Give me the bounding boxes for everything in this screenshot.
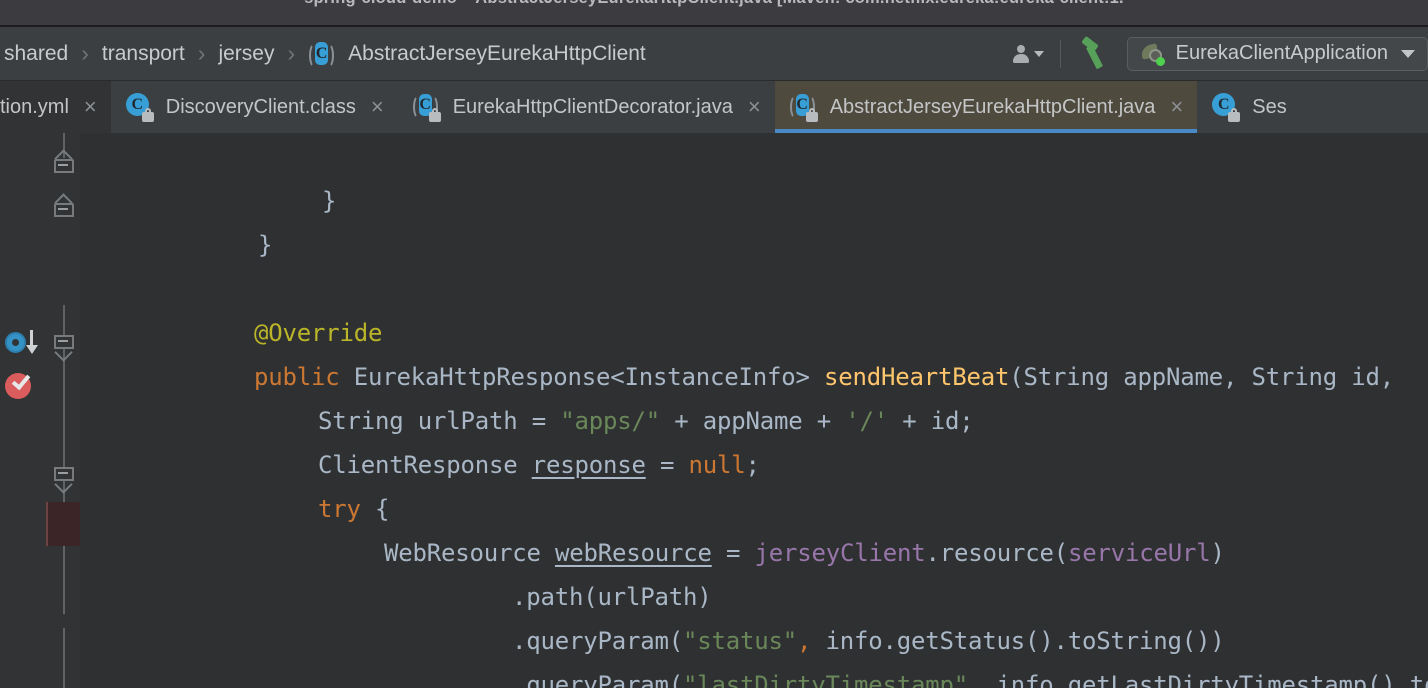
code-token-operator: = xyxy=(645,451,689,479)
code-token-string: "lastDirtyTimestamp" xyxy=(683,671,968,688)
code-line: .queryParam("lastDirtyTimestamp", info.g… xyxy=(398,619,1428,688)
override-marker-icon[interactable] xyxy=(5,329,39,357)
code-token-keyword: null xyxy=(688,451,746,479)
code-token-comma: , xyxy=(968,671,983,688)
editor-gutter[interactable] xyxy=(0,133,46,688)
code-text-area[interactable]: } } @Override public EurekaHttpResponse<… xyxy=(80,133,1428,688)
close-icon[interactable]: × xyxy=(748,96,761,118)
class-lock-icon: C xyxy=(1211,92,1241,122)
tab-label: AbstractJerseyEurekaHttpClient.java xyxy=(829,96,1156,118)
code-line: } xyxy=(208,135,336,215)
user-account-button[interactable] xyxy=(1005,44,1054,64)
code-token-char: '/' xyxy=(845,407,888,435)
breadcrumb-item-class[interactable]: C AbstractJerseyEurekaHttpClient xyxy=(304,40,650,68)
code-token: } xyxy=(258,231,273,259)
tab-label: Ses xyxy=(1252,96,1287,118)
breadcrumb-separator: › xyxy=(287,40,296,66)
tab-label: DiscoveryClient.class xyxy=(165,96,356,118)
code-line: ClientResponse response = null; xyxy=(204,399,760,479)
fold-marker-collapse[interactable] xyxy=(54,203,74,223)
fold-rail xyxy=(63,628,65,688)
editor-tab-bar: tion.yml × C DiscoveryClient.class × C E… xyxy=(0,81,1428,133)
chevron-down-icon xyxy=(1033,50,1044,57)
breadcrumb-item-transport[interactable]: transport xyxy=(98,43,189,64)
fold-marker-collapse[interactable] xyxy=(54,467,74,494)
code-line: @Override xyxy=(140,267,382,347)
user-icon xyxy=(1011,44,1031,64)
code-token-call: .queryParam( xyxy=(512,671,683,688)
code-token-local-var: response xyxy=(531,451,646,479)
editor-tab-eurekahttpclientdecorator[interactable]: C EurekaHttpClientDecorator.java × xyxy=(397,81,775,133)
class-lock-icon: C xyxy=(125,92,155,122)
breadcrumb: shared › transport › jersey › C Abstract… xyxy=(0,40,650,68)
breadcrumb-class-label: AbstractJerseyEurekaHttpClient xyxy=(348,42,646,65)
breadcrumb-separator: › xyxy=(197,40,206,66)
code-editor[interactable]: } } @Override public EurekaHttpResponse<… xyxy=(0,133,1428,688)
code-line: .queryParam("status", info.getStatus().t… xyxy=(398,575,1225,655)
close-icon[interactable]: × xyxy=(371,96,384,118)
abstract-class-lock-icon: C xyxy=(789,92,819,122)
breakpoint-icon[interactable] xyxy=(5,370,35,401)
close-icon[interactable]: × xyxy=(84,96,97,118)
window-title: spring-cloud-demo – AbstractJerseyEureka… xyxy=(0,0,1428,8)
code-line: .path(urlPath) xyxy=(398,531,712,611)
editor-tab-session[interactable]: C Ses xyxy=(1197,81,1301,133)
chevron-down-icon xyxy=(1401,49,1415,58)
code-token: } xyxy=(322,187,337,215)
code-token-params: (String appName, String id, xyxy=(1009,363,1394,391)
intellij-idea-window: spring-cloud-demo – AbstractJerseyEureka… xyxy=(0,0,1428,688)
run-configuration-selector[interactable]: EurekaClientApplication xyxy=(1126,36,1428,71)
close-icon[interactable]: × xyxy=(1170,96,1183,118)
code-token-paren: ) xyxy=(1210,539,1225,567)
abstract-class-icon: C xyxy=(308,40,335,68)
window-title-bar: spring-cloud-demo – AbstractJerseyEureka… xyxy=(0,0,1428,27)
code-token-call: info.getLastDirtyTimestamp().to xyxy=(982,671,1428,688)
navigation-bar: shared › transport › jersey › C Abstract… xyxy=(0,27,1428,81)
code-line-highlighted: String urlPath = "apps/" + appName + '/'… xyxy=(204,355,974,435)
breadcrumb-item-jersey[interactable]: jersey xyxy=(214,43,278,64)
code-line: } xyxy=(144,179,272,259)
tab-label: tion.yml xyxy=(0,96,69,118)
code-token-field: jerseyClient xyxy=(754,539,926,567)
running-indicator xyxy=(1155,56,1165,66)
editor-tab-discoveryclient[interactable]: C DiscoveryClient.class × xyxy=(110,81,398,133)
code-line: public EurekaHttpResponse<InstanceInfo> … xyxy=(140,311,1394,391)
editor-tab-yml[interactable]: tion.yml × xyxy=(0,81,111,133)
code-token-concat: + id; xyxy=(888,407,974,435)
run-configuration-label: EurekaClientApplication xyxy=(1175,42,1388,64)
code-line: try { xyxy=(204,443,389,523)
code-line: WebResource webResource = jerseyClient.r… xyxy=(270,487,1225,567)
fold-marker-collapse[interactable] xyxy=(54,159,74,179)
code-token-operator: = xyxy=(711,539,755,567)
code-token-field: serviceUrl xyxy=(1068,539,1211,567)
code-token-semicolon: ; xyxy=(745,451,760,479)
toolbar-divider xyxy=(1059,39,1061,68)
hammer-icon[interactable] xyxy=(1077,35,1113,71)
tab-label: EurekaHttpClientDecorator.java xyxy=(452,96,733,118)
navbar-right-controls: EurekaClientApplication xyxy=(1005,27,1428,80)
editor-tab-abstractjerseyeurekahttpclient[interactable]: C AbstractJerseyEurekaHttpClient.java × xyxy=(774,81,1198,133)
springboot-icon xyxy=(1139,42,1165,66)
fold-marker-collapse[interactable] xyxy=(54,335,74,362)
breadcrumb-item-shared[interactable]: shared xyxy=(0,43,72,64)
code-token-call: .resource( xyxy=(925,539,1069,567)
breadcrumb-separator: › xyxy=(81,40,89,66)
abstract-class-lock-icon: C xyxy=(412,92,442,122)
breakpoint-line-marker xyxy=(46,502,48,546)
